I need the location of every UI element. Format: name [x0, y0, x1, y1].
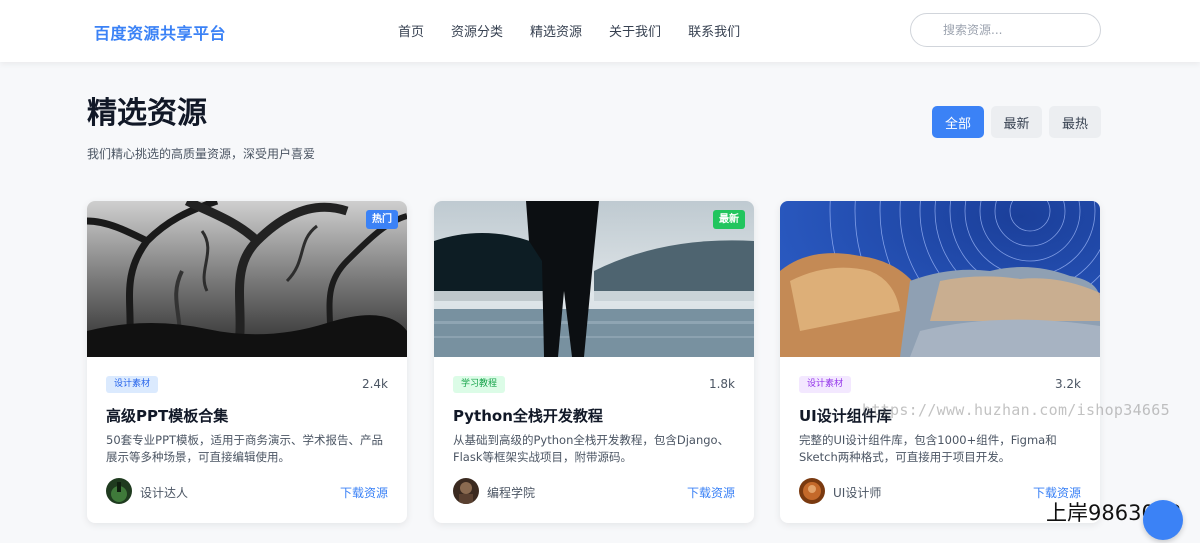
download-count: 1.8k — [708, 377, 735, 391]
category-tag[interactable]: 学习教程 — [453, 376, 506, 393]
card-description: 从基础到高级的Python全栈开发教程，包含Django、Flask等框架实战项… — [453, 433, 730, 464]
author-name: UI设计师 — [833, 486, 882, 500]
download-count: 2.4k — [361, 377, 388, 391]
card-title[interactable]: 高级PPT模板合集 — [106, 405, 228, 426]
filter-hottest-button[interactable]: 最热 — [1049, 106, 1101, 138]
card-thumbnail-star-trails — [780, 201, 1100, 357]
card-description: 完整的UI设计组件库，包含1000+组件，Figma和Sketch两种格式，可直… — [799, 433, 1057, 464]
filter-all-button[interactable]: 全部 — [932, 106, 984, 138]
author-name: 设计达人 — [140, 486, 189, 500]
nav-about[interactable]: 关于我们 — [609, 21, 661, 40]
hot-badge: 热门 — [366, 210, 398, 229]
page-title: 精选资源 — [87, 96, 207, 131]
site-header: 百度资源共享平台 首页 资源分类 精选资源 关于我们 联系我们 — [0, 0, 1200, 62]
download-link[interactable]: 下载资源 — [687, 484, 735, 501]
card-thumbnail-trees — [87, 201, 407, 357]
download-link[interactable]: 下载资源 — [340, 484, 388, 501]
resource-card[interactable]: 热门 设计素材 2.4k 高级PPT模板合集 50套专业PPT模板，适用于商务演… — [87, 201, 407, 523]
download-count: 3.2k — [1054, 377, 1081, 391]
nav-featured[interactable]: 精选资源 — [530, 21, 582, 40]
main-nav: 首页 资源分类 精选资源 关于我们 联系我们 — [398, 21, 767, 40]
card-title[interactable]: Python全栈开发教程 — [453, 405, 603, 426]
filter-group: 全部 最新 最热 — [932, 106, 1101, 138]
resource-card[interactable]: 设计素材 3.2k UI设计组件库 完整的UI设计组件库，包含1000+组件，F… — [780, 201, 1100, 523]
nav-categories[interactable]: 资源分类 — [451, 21, 503, 40]
author-avatar — [106, 478, 132, 504]
site-logo[interactable]: 百度资源共享平台 — [94, 20, 226, 44]
back-to-top-button[interactable] — [1143, 500, 1183, 540]
search-input[interactable] — [910, 13, 1101, 47]
resource-card[interactable]: 最新 学习教程 1.8k Python全栈开发教程 从基础到高级的Python全… — [434, 201, 754, 523]
author-avatar — [799, 478, 825, 504]
category-tag[interactable]: 设计素材 — [799, 376, 852, 393]
card-thumbnail-lake — [434, 201, 754, 357]
new-badge: 最新 — [713, 210, 745, 229]
filter-newest-button[interactable]: 最新 — [991, 106, 1042, 138]
nav-home[interactable]: 首页 — [398, 21, 424, 40]
category-tag[interactable]: 设计素材 — [106, 376, 159, 393]
nav-contact[interactable]: 联系我们 — [688, 21, 740, 40]
author-name: 编程学院 — [487, 486, 536, 500]
card-description: 50套专业PPT模板，适用于商务演示、学术报告、产品展示等多种场景，可直接编辑使… — [106, 433, 384, 464]
author-avatar — [453, 478, 479, 504]
watermark-text: https://www.huzhan.com/ishop34665 — [862, 401, 1170, 419]
page-subtitle: 我们精心挑选的高质量资源，深受用户喜爱 — [87, 147, 316, 161]
